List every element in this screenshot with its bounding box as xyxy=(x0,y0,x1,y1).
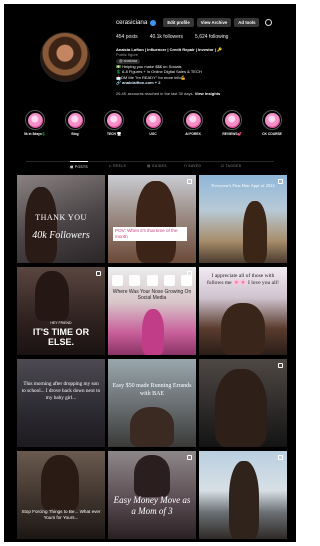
sticker-row xyxy=(112,275,192,287)
highlight-label: CK COURSE xyxy=(262,132,282,136)
post-tile[interactable] xyxy=(199,359,287,447)
profile-page: cerasiciana Edit profile View Archive Ad… xyxy=(4,4,296,542)
person-silhouette xyxy=(142,309,164,355)
threads-pill[interactable]: @ anaiciaa xyxy=(116,58,141,64)
highlight[interactable]: AI FOREX xyxy=(175,110,211,136)
post-caption: I appreciate all of those with follows m… xyxy=(206,273,280,286)
highlight-label: TECH 🖥 xyxy=(106,132,122,136)
multi-post-icon xyxy=(187,179,192,184)
post-caption: Everyone's First Hair Appt of 2024 xyxy=(211,183,275,188)
view-insights-link[interactable]: View insights xyxy=(195,91,221,96)
post-tile[interactable] xyxy=(199,451,287,539)
post-caption: IT'S TIME OR ELSE. xyxy=(32,327,90,347)
following-count[interactable]: 5,624 following xyxy=(195,34,228,40)
highlight-cover xyxy=(104,110,124,130)
tab-guides[interactable]: ▤ GUIDES xyxy=(147,164,167,168)
tab-label: SAVED xyxy=(188,164,202,168)
highlight[interactable]: CK COURSE xyxy=(254,110,290,136)
post-caption: THANK YOU xyxy=(35,213,87,222)
person-silhouette xyxy=(41,455,79,511)
bio-link[interactable]: 🔗 anaiciaifton.com + 2 xyxy=(116,80,286,85)
highlight-label: 5k in 5days💲 xyxy=(24,132,46,136)
story-highlights: 5k in 5days💲 Blog TECH 🖥 UGC AI FOREX RE… xyxy=(4,110,296,150)
post-caption: 40k Followers xyxy=(32,230,90,241)
post-tile[interactable]: THANK YOU 40k Followers xyxy=(17,175,105,263)
multi-post-icon xyxy=(187,455,192,460)
post-caption: HEY FRIEND xyxy=(50,321,72,325)
post-caption: Where Was Your Nose Growing On Social Me… xyxy=(112,289,192,301)
highlight-cover xyxy=(25,110,45,130)
insights: 26.4K accounts reached in the last 30 da… xyxy=(116,91,220,96)
tab-saved[interactable]: ⊓ SAVED xyxy=(184,164,201,168)
highlight-label: REVIEWS💕 xyxy=(222,132,242,136)
tab-label: REELS xyxy=(113,164,127,168)
highlight-cover xyxy=(65,110,85,130)
post-tile[interactable]: POV: When it's that time of the month xyxy=(108,175,196,263)
insights-text: 26.4K accounts reached in the last 30 da… xyxy=(116,91,194,96)
person-silhouette xyxy=(229,461,259,539)
post-tile[interactable]: HEY FRIEND IT'S TIME OR ELSE. xyxy=(17,267,105,355)
person-silhouette xyxy=(136,181,176,263)
edit-profile-button[interactable]: Edit profile xyxy=(163,18,194,27)
multi-post-icon xyxy=(96,271,101,276)
highlight-cover xyxy=(143,110,163,130)
person-silhouette xyxy=(221,303,265,355)
post-tile[interactable]: Easy Money Move as a Mom of 3 xyxy=(108,451,196,539)
username: cerasiciana xyxy=(116,19,148,26)
highlight[interactable]: UGC xyxy=(135,110,171,136)
post-tile[interactable]: Where Was Your Nose Growing On Social Me… xyxy=(108,267,196,355)
highlight[interactable]: REVIEWS💕 xyxy=(214,110,250,136)
profile-stats: 454 posts 40.1k followers 5,624 followin… xyxy=(116,34,240,40)
highlight-cover xyxy=(183,110,203,130)
post-tile[interactable]: Easy $50 made Running Errands with BAE xyxy=(108,359,196,447)
bio: Anaicia Lofton | Influencer | Credit Rep… xyxy=(116,47,286,85)
view-archive-button[interactable]: View Archive xyxy=(196,18,232,27)
highlight-cover xyxy=(262,110,282,130)
person-silhouette xyxy=(243,201,267,263)
settings-gear-icon[interactable] xyxy=(265,19,273,26)
multi-post-icon xyxy=(278,455,283,460)
profile-header-row: cerasiciana Edit profile View Archive Ad… xyxy=(116,17,273,28)
post-caption: Easy $50 made Running Errands with BAE xyxy=(112,383,192,397)
multi-post-icon xyxy=(187,271,192,276)
tab-tagged[interactable]: ⊡ TAGGED xyxy=(221,164,242,168)
tab-label: TAGGED xyxy=(225,164,242,168)
post-caption: Stop Forcing Things to Be... What ever Y… xyxy=(21,509,101,520)
post-tile[interactable]: Everyone's First Hair Appt of 2024 xyxy=(199,175,287,263)
highlight-label: Blog xyxy=(71,132,79,136)
multi-post-icon xyxy=(278,363,283,368)
person-silhouette xyxy=(215,369,267,447)
tab-reels[interactable]: ▷ REELS xyxy=(109,164,126,168)
profile-tabs: ▦ POSTS ▷ REELS ▤ GUIDES ⊓ SAVED ⊡ TAGGE… xyxy=(4,161,296,172)
highlight-label: AI FOREX xyxy=(185,132,201,136)
person-silhouette xyxy=(134,455,170,497)
avatar[interactable] xyxy=(40,32,90,82)
highlight-cover xyxy=(222,110,242,130)
highlight[interactable]: TECH 🖥 xyxy=(96,110,132,136)
tab-label: GUIDES xyxy=(151,164,167,168)
highlight[interactable]: Blog xyxy=(57,110,93,136)
highlight-label: UGC xyxy=(149,132,157,136)
tab-label: POSTS xyxy=(74,165,89,169)
post-caption: POV: When it's that time of the month xyxy=(113,227,187,241)
person-silhouette xyxy=(25,187,57,263)
followers-count[interactable]: 40.1k followers xyxy=(150,34,183,40)
highlight[interactable]: 5k in 5days💲 xyxy=(17,110,53,136)
tab-posts[interactable]: ▦ POSTS xyxy=(70,161,89,169)
verified-badge-icon xyxy=(150,19,157,26)
person-silhouette xyxy=(35,271,69,321)
post-tile[interactable]: This morning after dropping my son to sc… xyxy=(17,359,105,447)
posts-count: 454 posts xyxy=(116,34,138,40)
post-caption: This morning after dropping my son to sc… xyxy=(21,381,101,401)
person-silhouette xyxy=(130,407,174,447)
post-tile[interactable]: Stop Forcing Things to Be... What ever Y… xyxy=(17,451,105,539)
post-caption: Easy Money Move as a Mom of 3 xyxy=(113,495,191,516)
post-tile[interactable]: I appreciate all of those with follows m… xyxy=(199,267,287,355)
ad-tools-button[interactable]: Ad tools xyxy=(234,18,260,27)
multi-post-icon xyxy=(278,179,283,184)
